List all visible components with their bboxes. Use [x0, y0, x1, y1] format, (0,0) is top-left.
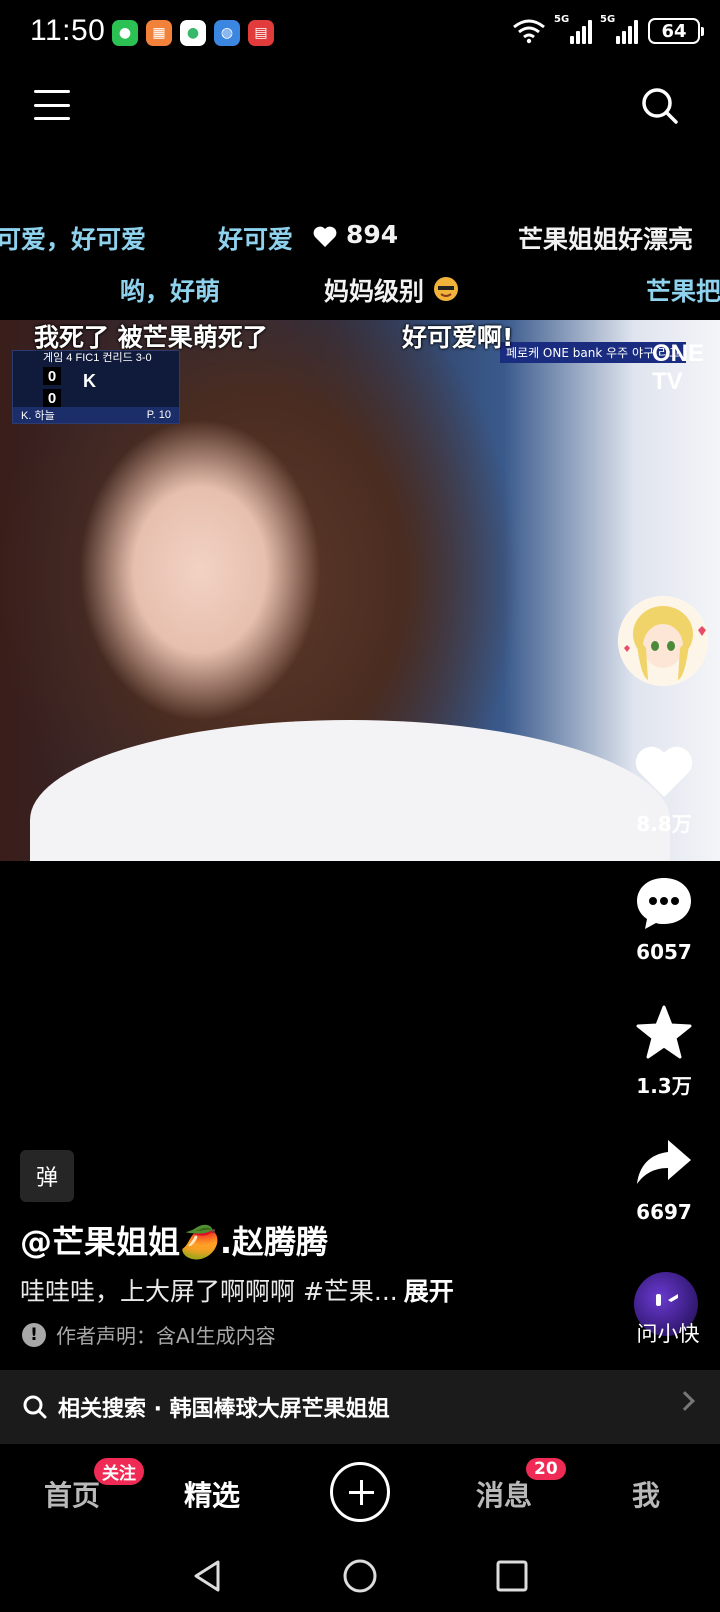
assistant-label: 问小快 — [636, 1322, 700, 1346]
scoreboard-overlay: 게임 4 FIC1 컨리드 3-0 0 0 K K. 하늘 P. 10 — [12, 350, 180, 424]
battery-level: 64 — [661, 20, 687, 42]
danmaku-comment: 芒果姐姐好漂亮 — [518, 225, 694, 254]
back-icon[interactable] — [190, 1558, 226, 1594]
search-icon — [23, 1395, 47, 1419]
system-icons: 5G 5G 64 — [512, 14, 704, 44]
status-bar: 11:50 ● ▦ ● ◍ ▤ 5G 5G 64 — [0, 0, 720, 68]
battery-icon: 64 — [648, 18, 704, 44]
home-badge: 关注 — [94, 1458, 144, 1485]
bottom-tab-bar: 首页 关注 精选 消息 20 我 — [0, 1444, 720, 1540]
star-icon — [636, 1005, 692, 1059]
like-button[interactable]: 8.8万 — [620, 744, 708, 837]
chevron-right-icon — [675, 1391, 695, 1411]
tab-me[interactable]: 我 — [632, 1474, 660, 1514]
heart-icon — [635, 746, 693, 797]
danmaku-comment: 芒果把 — [646, 277, 720, 306]
search-icon[interactable] — [640, 86, 680, 126]
expand-link[interactable]: 展开 — [404, 1277, 454, 1306]
emoji-icon — [434, 277, 458, 301]
danmaku-comment: 哟，好萌 — [120, 277, 221, 306]
reader-app-icon: ▤ — [248, 20, 274, 46]
author-name[interactable]: @芒果姐姐🥭.赵腾腾 — [20, 1217, 328, 1263]
like-count: 8.8万 — [636, 812, 692, 836]
danmaku-comment: 妈妈级别 — [324, 277, 425, 306]
green-app-icon: ● — [180, 20, 206, 46]
danmaku-toggle-button[interactable]: 弹 — [20, 1150, 74, 1202]
anime-avatar-image — [618, 596, 708, 686]
warning-icon: ! — [22, 1322, 46, 1347]
author-avatar[interactable] — [618, 596, 708, 686]
related-search-text: 相关搜索 · 韩国棒球大屏芒果姐姐 — [58, 1397, 390, 1422]
danmaku-like-count: 894 — [346, 220, 399, 249]
favorite-count: 1.3万 — [636, 1074, 692, 1098]
comment-icon — [637, 878, 691, 929]
related-search-bar[interactable]: 相关搜索 · 韩国棒球大屏芒果姐姐 — [0, 1370, 720, 1444]
tab-messages[interactable]: 消息 — [476, 1474, 532, 1514]
heart-icon — [313, 226, 337, 247]
channel-logo: ONE TV — [652, 340, 705, 395]
video-description: 哇哇哇，上大屏了啊啊啊 #芒果... 展开 — [20, 1272, 454, 1308]
browser-icon: ◍ — [214, 20, 240, 46]
share-icon — [637, 1140, 691, 1184]
notification-icons: ● ▦ ● ◍ ▤ — [112, 20, 274, 46]
messages-badge: 20 — [526, 1458, 566, 1480]
ai-disclosure: ! 作者声明：含AI生成内容 — [22, 1320, 276, 1349]
danmaku-toggle-label: 弹 — [35, 1166, 58, 1191]
score-home: 0 — [43, 367, 61, 385]
comment-count: 6057 — [636, 940, 692, 964]
video-frame-shirt — [30, 720, 670, 861]
score-away: 0 — [43, 389, 61, 407]
ai-disclosure-text: 作者声明：含AI生成内容 — [56, 1324, 276, 1348]
menu-button[interactable] — [34, 88, 70, 122]
comment-button[interactable]: 6057 — [620, 874, 708, 964]
scoreboard-pitch: P. 10 — [146, 409, 171, 421]
danmaku-comment: 可爱，好可爱 — [0, 225, 147, 254]
signal-icon-1: 5G — [554, 14, 592, 44]
description-text: 哇哇哇，上大屏了啊啊啊 #芒果... — [20, 1277, 398, 1306]
share-button[interactable]: 6697 — [620, 1134, 708, 1224]
wechat-icon: ● — [112, 20, 138, 46]
create-button[interactable] — [330, 1462, 390, 1522]
video-caption: 好可爱啊! — [402, 323, 514, 352]
system-navigation-bar — [0, 1540, 720, 1612]
favorite-button[interactable]: 1.3万 — [620, 1004, 708, 1099]
video-player[interactable]: 게임 4 FIC1 컨리드 3-0 0 0 K K. 하늘 P. 10 페로케 … — [0, 320, 720, 861]
recents-icon[interactable] — [494, 1558, 530, 1594]
wifi-icon — [513, 19, 545, 44]
share-count: 6697 — [636, 1200, 692, 1224]
strike-indicator: K — [83, 371, 96, 391]
signal-icon-2: 5G — [600, 14, 638, 44]
tab-home[interactable]: 首页 — [44, 1474, 100, 1514]
video-caption: 我死了 被芒果萌死了 — [34, 323, 268, 352]
shopping-app-icon: ▦ — [146, 20, 172, 46]
status-time: 11:50 — [30, 14, 106, 47]
danmaku-comment: 好可爱 — [218, 225, 294, 254]
tab-featured[interactable]: 精选 — [184, 1474, 240, 1514]
scoreboard-player: K. 하늘 — [21, 410, 55, 422]
home-icon[interactable] — [342, 1558, 378, 1594]
